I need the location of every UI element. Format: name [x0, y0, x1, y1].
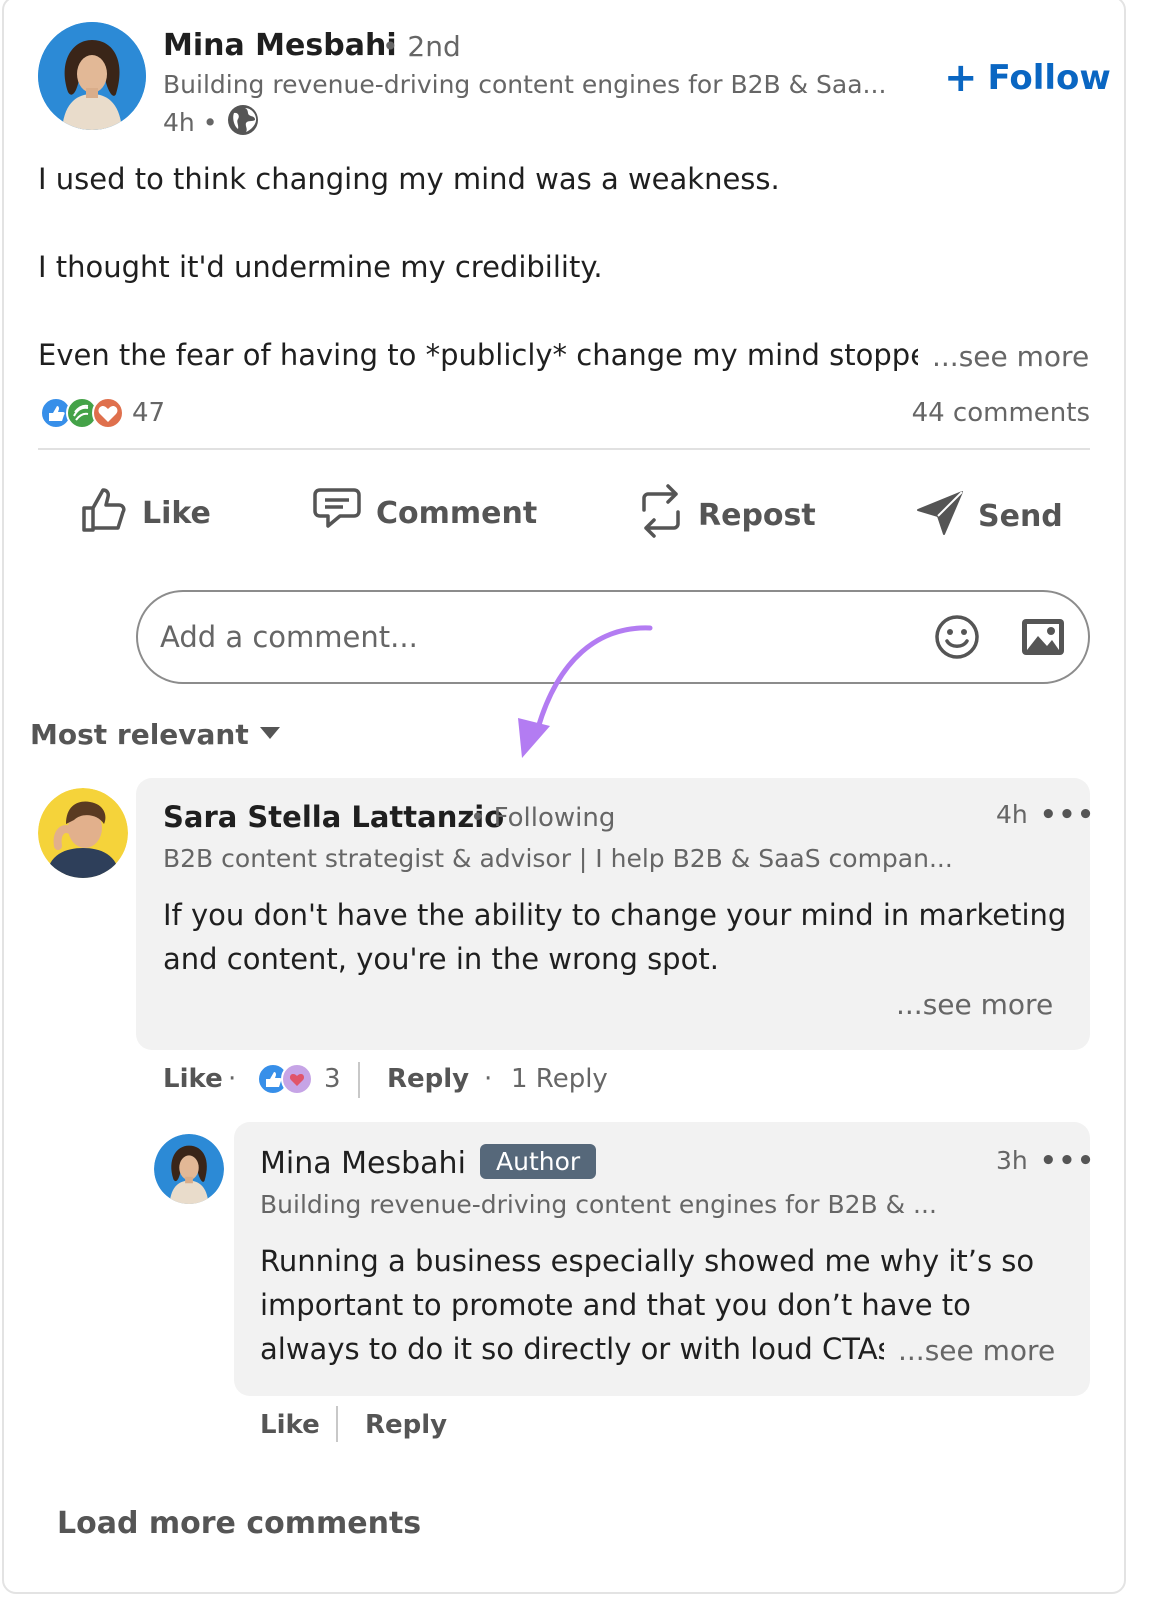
post-line-2: I thought it'd undermine my credibility. — [38, 250, 603, 284]
comment-see-more[interactable]: ...see more — [882, 988, 1053, 1021]
emoji-icon[interactable] — [934, 614, 980, 664]
plus-icon: + — [944, 55, 978, 101]
commenter-name[interactable]: Sara Stella Lattanzio — [163, 800, 504, 834]
reply-author-avatar[interactable] — [154, 1134, 224, 1204]
author-name[interactable]: Mina Mesbahi — [163, 28, 397, 63]
reply-line-3-wrap: always to do it so directly or with loud… — [260, 1332, 890, 1372]
comment-placeholder: Add a comment... — [160, 620, 418, 654]
reply-author-name[interactable]: Mina Mesbahi — [260, 1146, 466, 1181]
commenter-relation: • Following — [470, 803, 616, 833]
like-button[interactable]: Like — [80, 484, 211, 542]
replies-count[interactable]: 1 Reply — [511, 1064, 608, 1094]
reply-time: 3h — [996, 1146, 1028, 1175]
author-badge: Author — [480, 1144, 597, 1179]
like-label: Like — [142, 495, 211, 531]
comment-line-1: If you don't have the ability to change … — [163, 898, 1067, 932]
reply-like-button[interactable]: Like — [260, 1410, 320, 1440]
commenter-headline: B2B content strategist & advisor | I hel… — [163, 844, 953, 873]
comment-like-button[interactable]: Like — [163, 1064, 223, 1094]
reply-reply-button[interactable]: Reply — [365, 1410, 447, 1440]
repost-label: Repost — [698, 497, 816, 533]
reply-see-more[interactable]: ...see more — [884, 1334, 1056, 1367]
follow-button[interactable]: + Follow — [944, 58, 1111, 98]
comment-button[interactable]: Comment — [312, 486, 537, 540]
repost-icon — [638, 484, 684, 546]
caret-down-icon — [259, 725, 281, 744]
repost-button[interactable]: Repost — [638, 484, 816, 546]
reply-action-divider — [336, 1406, 338, 1442]
post-time: 4h • — [163, 107, 218, 137]
reply-line-2: important to promote and that you don’t … — [260, 1288, 971, 1322]
divider — [38, 448, 1090, 450]
author-avatar[interactable] — [38, 22, 146, 130]
comment-reaction-count[interactable]: 3 — [324, 1064, 341, 1094]
sort-dropdown[interactable]: Most relevant — [30, 718, 281, 751]
comment-line-2: and content, you're in the wrong spot. — [163, 942, 719, 976]
commenter-avatar[interactable] — [38, 788, 128, 878]
reaction-icons[interactable] — [38, 396, 130, 430]
image-icon[interactable] — [1020, 616, 1066, 662]
follow-label: Follow — [987, 58, 1111, 98]
post-see-more[interactable]: ...see more — [918, 340, 1090, 373]
comment-icon — [312, 486, 362, 540]
post-meta: 4h • — [163, 104, 259, 140]
send-button[interactable]: Send — [916, 488, 1063, 544]
comments-count[interactable]: 44 comments — [912, 398, 1090, 428]
separator-dot-2: · — [484, 1064, 493, 1094]
comment-time: 4h — [996, 800, 1028, 829]
more-options-icon[interactable]: ••• — [1040, 800, 1096, 830]
separator-dot: · — [228, 1064, 237, 1094]
reply-author-headline: Building revenue-driving content engines… — [260, 1190, 937, 1219]
sort-label: Most relevant — [30, 718, 249, 751]
author-headline: Building revenue-driving content engines… — [163, 70, 887, 99]
post-line-1: I used to think changing my mind was a w… — [38, 162, 780, 196]
connection-degree: • 2nd — [382, 30, 461, 63]
send-icon — [916, 488, 964, 544]
thumbs-up-icon — [80, 484, 128, 542]
reply-more-options-icon[interactable]: ••• — [1040, 1146, 1096, 1176]
reply-line-3: always to do it so directly or with loud… — [260, 1332, 890, 1366]
reply-line-1: Running a business especially showed me … — [260, 1244, 1035, 1278]
globe-icon — [227, 104, 259, 140]
send-label: Send — [978, 498, 1063, 534]
comment-label: Comment — [376, 495, 538, 531]
annotation-arrow — [508, 620, 658, 764]
comment-reply-button[interactable]: Reply — [387, 1064, 469, 1094]
comment-reaction-icons[interactable] — [256, 1062, 316, 1096]
load-more-comments[interactable]: Load more comments — [57, 1506, 421, 1541]
reactions-count[interactable]: 47 — [132, 398, 165, 428]
action-divider — [358, 1062, 360, 1098]
